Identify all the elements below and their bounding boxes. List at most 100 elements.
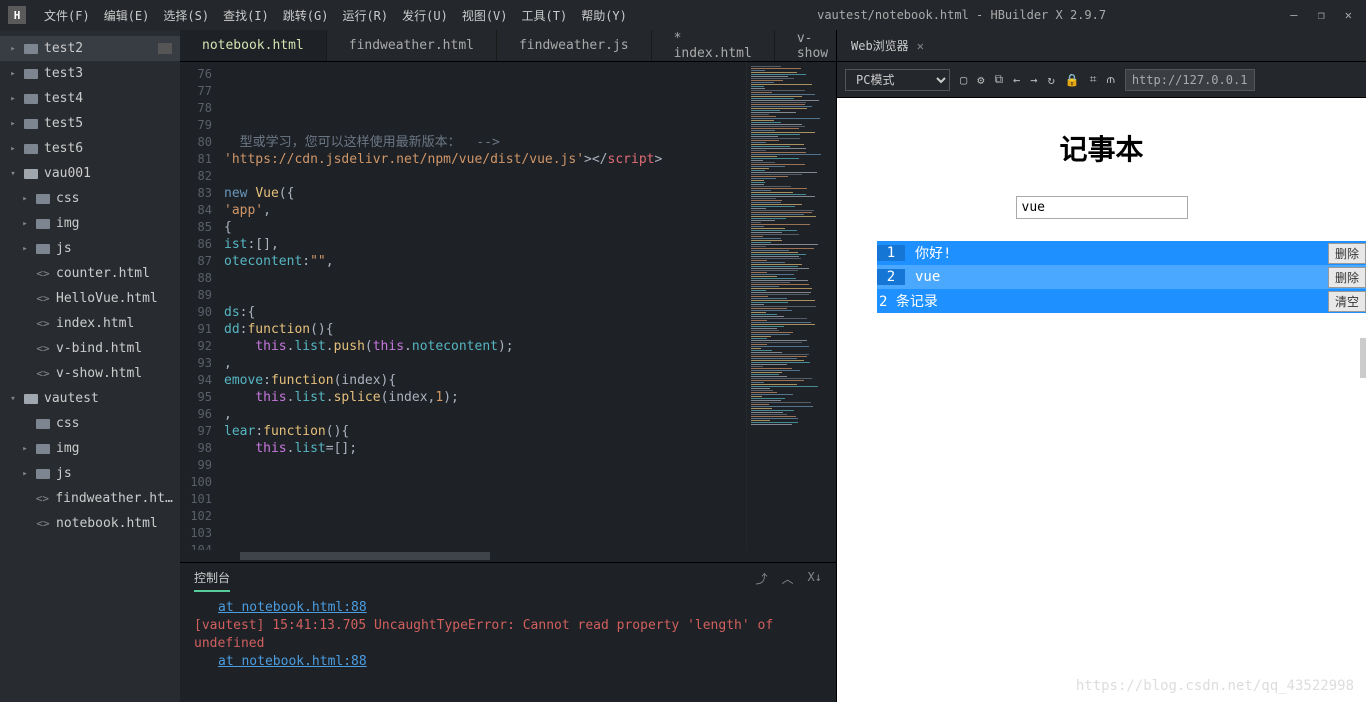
menu-item[interactable]: 查找(I): [217, 5, 275, 26]
menu-item[interactable]: 文件(F): [38, 5, 96, 26]
capture-icon[interactable]: ⧉: [994, 72, 1003, 87]
rendered-page[interactable]: 记事本 1你好!删除2vue删除 2 条记录 清空 https://blog.c…: [837, 98, 1366, 702]
float-icon[interactable]: ⫙: [1106, 72, 1114, 87]
gear-icon[interactable]: ⚙: [977, 73, 984, 87]
code-line[interactable]: this.list.splice(index,1);: [220, 389, 746, 406]
console-clear-icon[interactable]: X↓: [808, 570, 822, 587]
minimize-button[interactable]: —: [1290, 8, 1297, 22]
toggle-icon[interactable]: ▾: [8, 169, 18, 179]
code-line[interactable]: new Vue({: [220, 185, 746, 202]
file-item[interactable]: <>HelloVue.html: [0, 286, 180, 311]
qr-icon[interactable]: ⌗: [1090, 72, 1097, 87]
file-item[interactable]: <>notebook.html: [0, 511, 180, 536]
folder-item[interactable]: ▸test5: [0, 111, 180, 136]
code-line[interactable]: otecontent:"",: [220, 253, 746, 270]
menu-item[interactable]: 选择(S): [157, 5, 215, 26]
menu-item[interactable]: 跳转(G): [277, 5, 335, 26]
page-scrollbar[interactable]: [1360, 338, 1366, 378]
menu-item[interactable]: 运行(R): [336, 5, 394, 26]
code-line[interactable]: 'app',: [220, 202, 746, 219]
horizontal-scrollbar[interactable]: [180, 550, 836, 562]
code-line[interactable]: [220, 66, 746, 83]
menu-item[interactable]: 工具(T): [516, 5, 574, 26]
toggle-icon[interactable]: ▸: [8, 144, 18, 154]
device-mode-select[interactable]: PC模式: [845, 69, 950, 91]
editor-tab[interactable]: * index.html: [652, 30, 775, 61]
console-collapse-icon[interactable]: ︿: [782, 570, 794, 587]
delete-button[interactable]: 删除: [1328, 267, 1366, 288]
folder-item[interactable]: ▾vautest: [0, 386, 180, 411]
back-icon[interactable]: ←: [1013, 73, 1020, 87]
menu-item[interactable]: 发行(U): [396, 5, 454, 26]
code-line[interactable]: ds:{: [220, 304, 746, 321]
code-line[interactable]: [220, 491, 746, 508]
code-line[interactable]: 型或学习，您可以这样使用最新版本： -->: [220, 134, 746, 151]
editor-tab[interactable]: findweather.html: [327, 30, 497, 61]
lock-icon[interactable]: 🔒: [1065, 73, 1080, 87]
maximize-button[interactable]: ❐: [1318, 8, 1325, 22]
code-line[interactable]: [220, 168, 746, 185]
code-line[interactable]: [220, 457, 746, 474]
note-input[interactable]: [1016, 196, 1188, 219]
url-input[interactable]: [1125, 69, 1255, 91]
console-link[interactable]: at notebook.html:88: [218, 653, 822, 671]
file-item[interactable]: <>index.html: [0, 311, 180, 336]
browser-tab[interactable]: Web浏览器 ✕: [847, 35, 928, 56]
code-line[interactable]: [220, 542, 746, 550]
code-line[interactable]: this.list.push(this.notecontent);: [220, 338, 746, 355]
editor-tab[interactable]: notebook.html: [180, 30, 327, 61]
close-button[interactable]: ✕: [1345, 8, 1352, 22]
folder-item[interactable]: ▾vau001: [0, 161, 180, 186]
folder-item[interactable]: ▸test6: [0, 136, 180, 161]
toggle-icon[interactable]: ▸: [8, 69, 18, 79]
code-body[interactable]: 型或学习，您可以这样使用最新版本： -->'https://cdn.jsdeli…: [220, 62, 746, 550]
toggle-icon[interactable]: ▸: [20, 244, 30, 254]
code-editor[interactable]: 7677787980818283848586878889909192939495…: [180, 62, 836, 550]
toggle-icon[interactable]: ▾: [8, 394, 18, 404]
toggle-icon[interactable]: ▸: [8, 119, 18, 129]
folder-item[interactable]: ▸test2: [0, 36, 180, 61]
reload-icon[interactable]: ↻: [1048, 73, 1055, 87]
folder-item[interactable]: css: [0, 411, 180, 436]
forward-icon[interactable]: →: [1030, 73, 1037, 87]
browser-tab-close-icon[interactable]: ✕: [917, 39, 924, 53]
console-tab[interactable]: 控制台: [194, 565, 230, 592]
toggle-icon[interactable]: ▸: [20, 444, 30, 454]
code-line[interactable]: [220, 508, 746, 525]
toggle-icon[interactable]: ▸: [8, 44, 18, 54]
code-line[interactable]: [220, 287, 746, 304]
folder-item[interactable]: ▸js: [0, 461, 180, 486]
delete-button[interactable]: 删除: [1328, 243, 1366, 264]
clear-button[interactable]: 清空: [1328, 291, 1366, 312]
folder-item[interactable]: ▸test4: [0, 86, 180, 111]
file-item[interactable]: <>counter.html: [0, 261, 180, 286]
code-line[interactable]: this.list=[];: [220, 440, 746, 457]
folder-item[interactable]: ▸test3: [0, 61, 180, 86]
folder-item[interactable]: ▸js: [0, 236, 180, 261]
editor-tab[interactable]: findweather.js: [497, 30, 652, 61]
menu-item[interactable]: 帮助(Y): [575, 5, 633, 26]
minimap[interactable]: [746, 62, 836, 550]
folder-item[interactable]: ▸css: [0, 186, 180, 211]
code-line[interactable]: [220, 117, 746, 134]
file-item[interactable]: <>findweather.ht...: [0, 486, 180, 511]
code-line[interactable]: ,: [220, 406, 746, 423]
code-line[interactable]: [220, 525, 746, 542]
code-line[interactable]: [220, 100, 746, 117]
code-line[interactable]: dd:function(){: [220, 321, 746, 338]
file-item[interactable]: <>v-show.html: [0, 361, 180, 386]
console-export-icon[interactable]: ⤴: [756, 570, 768, 587]
code-line[interactable]: ist:[],: [220, 236, 746, 253]
folder-item[interactable]: ▸img: [0, 211, 180, 236]
toggle-icon[interactable]: ▸: [20, 469, 30, 479]
console-link[interactable]: at notebook.html:88: [218, 599, 822, 617]
menu-item[interactable]: 编辑(E): [98, 5, 156, 26]
console-output[interactable]: at notebook.html:88[vautest] 15:41:13.70…: [180, 593, 836, 702]
device-icon[interactable]: ▢: [960, 73, 967, 87]
code-line[interactable]: [220, 270, 746, 287]
toggle-icon[interactable]: ▸: [20, 194, 30, 204]
code-line[interactable]: {: [220, 219, 746, 236]
code-line[interactable]: [220, 474, 746, 491]
code-line[interactable]: [220, 83, 746, 100]
code-line[interactable]: emove:function(index){: [220, 372, 746, 389]
